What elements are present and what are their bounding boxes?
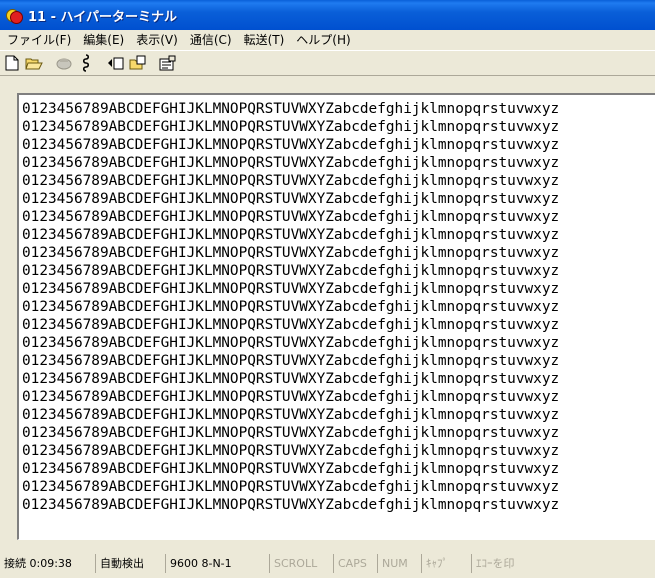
send-icon[interactable] [106, 53, 126, 73]
terminal-line: 0123456789ABCDEFGHIJKLMNOPQRSTUVWXYZabcd… [22, 245, 560, 261]
status-capture: ｷｬﾌﾟ [422, 554, 472, 573]
receive-icon[interactable] [128, 53, 148, 73]
properties-icon[interactable] [158, 53, 178, 73]
toolbar [0, 50, 655, 76]
status-auto-detect: 自動検出 [96, 554, 166, 573]
hyperterminal-app-icon[interactable] [6, 7, 23, 24]
terminal-line: 0123456789ABCDEFGHIJKLMNOPQRSTUVWXYZabcd… [22, 299, 560, 315]
status-port-settings: 9600 8-N-1 [166, 554, 270, 573]
terminal-line: 0123456789ABCDEFGHIJKLMNOPQRSTUVWXYZabcd… [22, 497, 560, 513]
window-title: 11 - ハイパーターミナル [28, 9, 178, 25]
status-print-echo: ｴｺｰを印 [476, 557, 515, 570]
menu-file[interactable]: ファイル(F) [2, 31, 76, 49]
terminal-line: 0123456789ABCDEFGHIJKLMNOPQRSTUVWXYZabcd… [22, 353, 560, 369]
menu-view[interactable]: 表示(V) [131, 31, 183, 49]
menu-transfer[interactable]: 転送(T) [239, 31, 290, 49]
status-bar: 接続 0:09:38 自動検出 9600 8-N-1 SCROLL CAPS N… [0, 549, 655, 578]
menu-edit[interactable]: 編集(E) [78, 31, 129, 49]
terminal-line: 0123456789ABCDEFGHIJKLMNOPQRSTUVWXYZabcd… [22, 137, 560, 153]
terminal-line: 0123456789ABCDEFGHIJKLMNOPQRSTUVWXYZabcd… [22, 317, 560, 333]
status-scroll: SCROLL [270, 554, 334, 573]
terminal-line: 0123456789ABCDEFGHIJKLMNOPQRSTUVWXYZabcd… [22, 209, 560, 225]
status-num: NUM [378, 554, 422, 573]
terminal-line: 0123456789ABCDEFGHIJKLMNOPQRSTUVWXYZabcd… [22, 281, 560, 297]
terminal-line: 0123456789ABCDEFGHIJKLMNOPQRSTUVWXYZabcd… [22, 119, 560, 135]
terminal-line: 0123456789ABCDEFGHIJKLMNOPQRSTUVWXYZabcd… [22, 371, 560, 387]
terminal-line: 0123456789ABCDEFGHIJKLMNOPQRSTUVWXYZabcd… [22, 425, 560, 441]
terminal-line: 0123456789ABCDEFGHIJKLMNOPQRSTUVWXYZabcd… [22, 407, 560, 423]
terminal-line: 0123456789ABCDEFGHIJKLMNOPQRSTUVWXYZabcd… [22, 173, 560, 189]
menu-call[interactable]: 通信(C) [185, 31, 237, 49]
terminal-line: 0123456789ABCDEFGHIJKLMNOPQRSTUVWXYZabcd… [22, 335, 560, 351]
phone-call-icon[interactable] [54, 53, 74, 73]
terminal-line: 0123456789ABCDEFGHIJKLMNOPQRSTUVWXYZabcd… [22, 263, 560, 279]
new-document-icon[interactable] [2, 53, 22, 73]
terminal-line: 0123456789ABCDEFGHIJKLMNOPQRSTUVWXYZabcd… [22, 191, 560, 207]
terminal-line: 0123456789ABCDEFGHIJKLMNOPQRSTUVWXYZabcd… [22, 479, 560, 495]
menu-bar: ファイル(F) 編集(E) 表示(V) 通信(C) 転送(T) ヘルプ(H) [0, 30, 655, 50]
terminal-line: 0123456789ABCDEFGHIJKLMNOPQRSTUVWXYZabcd… [22, 227, 560, 243]
title-bar[interactable]: 11 - ハイパーターミナル [0, 0, 655, 30]
terminal-line: 0123456789ABCDEFGHIJKLMNOPQRSTUVWXYZabcd… [22, 101, 560, 117]
disconnect-icon[interactable] [76, 53, 96, 73]
status-connected-time: 接続 0:09:38 [0, 554, 96, 573]
terminal-line: 0123456789ABCDEFGHIJKLMNOPQRSTUVWXYZabcd… [22, 155, 560, 171]
status-caps: CAPS [334, 554, 378, 573]
terminal-screen[interactable]: 0123456789ABCDEFGHIJKLMNOPQRSTUVWXYZabcd… [17, 93, 655, 540]
open-folder-icon[interactable] [24, 53, 44, 73]
terminal-output: 0123456789ABCDEFGHIJKLMNOPQRSTUVWXYZabcd… [22, 100, 559, 514]
menu-help[interactable]: ヘルプ(H) [291, 31, 355, 49]
terminal-line: 0123456789ABCDEFGHIJKLMNOPQRSTUVWXYZabcd… [22, 461, 560, 477]
terminal-line: 0123456789ABCDEFGHIJKLMNOPQRSTUVWXYZabcd… [22, 389, 560, 405]
terminal-line: 0123456789ABCDEFGHIJKLMNOPQRSTUVWXYZabcd… [22, 443, 560, 459]
